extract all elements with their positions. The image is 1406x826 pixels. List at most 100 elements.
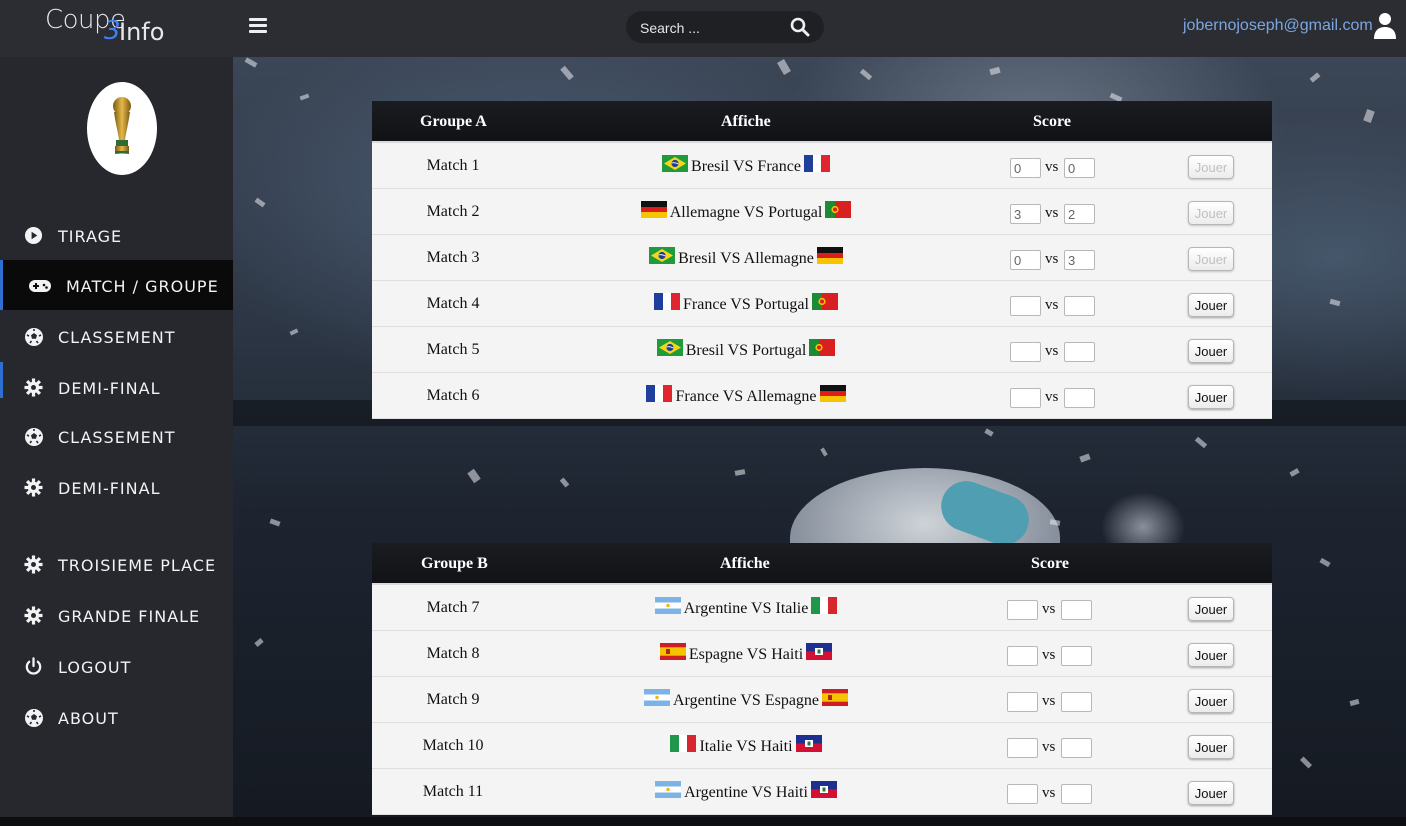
sidebar-item-label: TROISIEME PLACE [58,556,217,575]
score-team1-input[interactable] [1007,692,1038,712]
search-icon[interactable] [790,17,810,37]
sidebar-item-about[interactable]: ABOUT [0,692,233,742]
score-inputs: vs [1010,250,1096,270]
play-button[interactable]: Jouer [1188,597,1234,621]
italy-flag-icon [811,597,838,614]
vs-label: VS [740,692,761,709]
score-team1-input[interactable] [1007,600,1038,620]
score-team1-input[interactable] [1010,296,1041,316]
play-button[interactable]: Jouer [1188,781,1234,805]
score-separator: vs [1045,205,1059,221]
spain-flag-icon [659,643,686,660]
score-team2-input[interactable] [1064,204,1095,224]
score-team2-input[interactable] [1064,296,1095,316]
score-team1-input[interactable] [1010,158,1041,178]
match-name: Match 2 [426,203,480,220]
search-input[interactable] [640,18,785,38]
score-team2-input[interactable] [1061,692,1092,712]
score-inputs: vs [1010,204,1096,224]
play-button[interactable]: Jouer [1188,385,1234,409]
play-button[interactable]: Jouer [1188,247,1234,271]
team1-name: France [683,296,727,313]
group-table-a: Groupe A Affiche Score Match 1 Bresil VS F… [372,101,1272,419]
score-team1-input[interactable] [1007,646,1038,666]
score-team1-input[interactable] [1010,342,1041,362]
sidebar-item-grande-finale[interactable]: GRANDE FINALE [0,590,233,640]
table-row: Match 9 Argentine VS Espagne vs Jouer [372,677,1272,723]
score-team2-input[interactable] [1061,646,1092,666]
play-button[interactable]: Jouer [1188,689,1234,713]
user-email-link[interactable]: jobernojoseph@gmail.com [1183,17,1373,35]
gear-icon [24,478,43,497]
score-separator: vs [1042,601,1056,617]
score-team1-input[interactable] [1010,250,1041,270]
score-team2-input[interactable] [1061,738,1092,758]
vs-label: VS [743,204,765,221]
vs-label: VS [751,784,772,801]
portugal-flag-icon [825,201,852,218]
logo-suffix: Info [119,18,165,46]
team2-name: Portugal [754,296,809,313]
sidebar-item-match-groupe[interactable]: MATCH / GROUPE [0,260,233,310]
score-team2-input[interactable] [1064,342,1095,362]
play-button[interactable]: Jouer [1188,155,1234,179]
sidebar-item-label: TIRAGE [58,227,123,246]
user-icon[interactable] [1373,12,1397,40]
score-team2-input[interactable] [1061,600,1092,620]
sidebar-item-classement[interactable]: CLASSEMENT [0,311,233,361]
play-button[interactable]: Jouer [1188,339,1234,363]
match-poster: Argentine VS Haiti [596,781,896,802]
play-button[interactable]: Jouer [1188,643,1234,667]
play-button[interactable]: Jouer [1188,293,1234,317]
column-header-score: Score [1031,555,1069,572]
match-name: Match 3 [426,249,480,266]
hamburger-icon[interactable] [249,18,269,34]
score-team2-input[interactable] [1064,388,1095,408]
vs-label: VS [730,296,751,313]
sidebar-item-demi-final[interactable]: DEMI-FINAL [0,362,233,398]
team1-name: Argentine [672,692,737,709]
score-team1-input[interactable] [1010,204,1041,224]
team1-name: Bresil [691,158,730,175]
score-separator: vs [1045,297,1059,313]
team2-name: France [757,158,801,175]
score-team1-input[interactable] [1007,738,1038,758]
portugal-flag-icon [811,293,838,310]
column-header-affiche: Affiche [720,555,770,572]
team1-name: France [675,388,720,405]
sidebar-item-classement[interactable]: CLASSEMENT [0,411,233,461]
sidebar-item-troisieme-place[interactable]: TROISIEME PLACE [0,539,233,589]
team2-name: Allemagne [746,388,817,405]
italy-flag-icon [670,735,697,752]
sidebar-item-demi-final[interactable]: DEMI-FINAL [0,462,233,512]
score-team1-input[interactable] [1007,784,1038,804]
score-inputs: vs [1007,646,1093,666]
score-team2-input[interactable] [1064,250,1095,270]
gamepad-icon [28,278,52,297]
play-button[interactable]: Jouer [1188,735,1234,759]
france-flag-icon [646,385,673,402]
score-inputs: vs [1007,784,1093,804]
group-title: Groupe B [421,555,488,572]
sidebar-item-label: CLASSEMENT [58,428,176,447]
app-logo[interactable]: Coupe 3 Info [44,4,174,50]
vs-label: VS [751,600,772,617]
table-row: Match 7 Argentine VS Italie vs Jouer [372,585,1272,631]
sidebar-item-tirage[interactable]: TIRAGE [0,210,233,260]
table-row: Match 8 Espagne VS Haiti vs Jouer [372,631,1272,677]
score-team1-input[interactable] [1010,388,1041,408]
match-poster: Italie VS Haiti [596,735,896,756]
table-row: Match 1 Bresil VS France vs Jouer [372,143,1272,189]
score-team2-input[interactable] [1064,158,1095,178]
team1-name: Bresil [678,250,717,267]
score-separator: vs [1042,647,1056,663]
score-team2-input[interactable] [1061,784,1092,804]
vs-label: VS [732,158,754,175]
vs-label: VS [722,388,744,405]
sidebar-item-logout[interactable]: LOGOUT [0,641,233,691]
argentina-flag-icon [643,689,670,706]
soccer-ball-icon [24,708,43,727]
play-button[interactable]: Jouer [1188,201,1234,225]
active-indicator [0,362,3,398]
score-separator: vs [1045,251,1059,267]
